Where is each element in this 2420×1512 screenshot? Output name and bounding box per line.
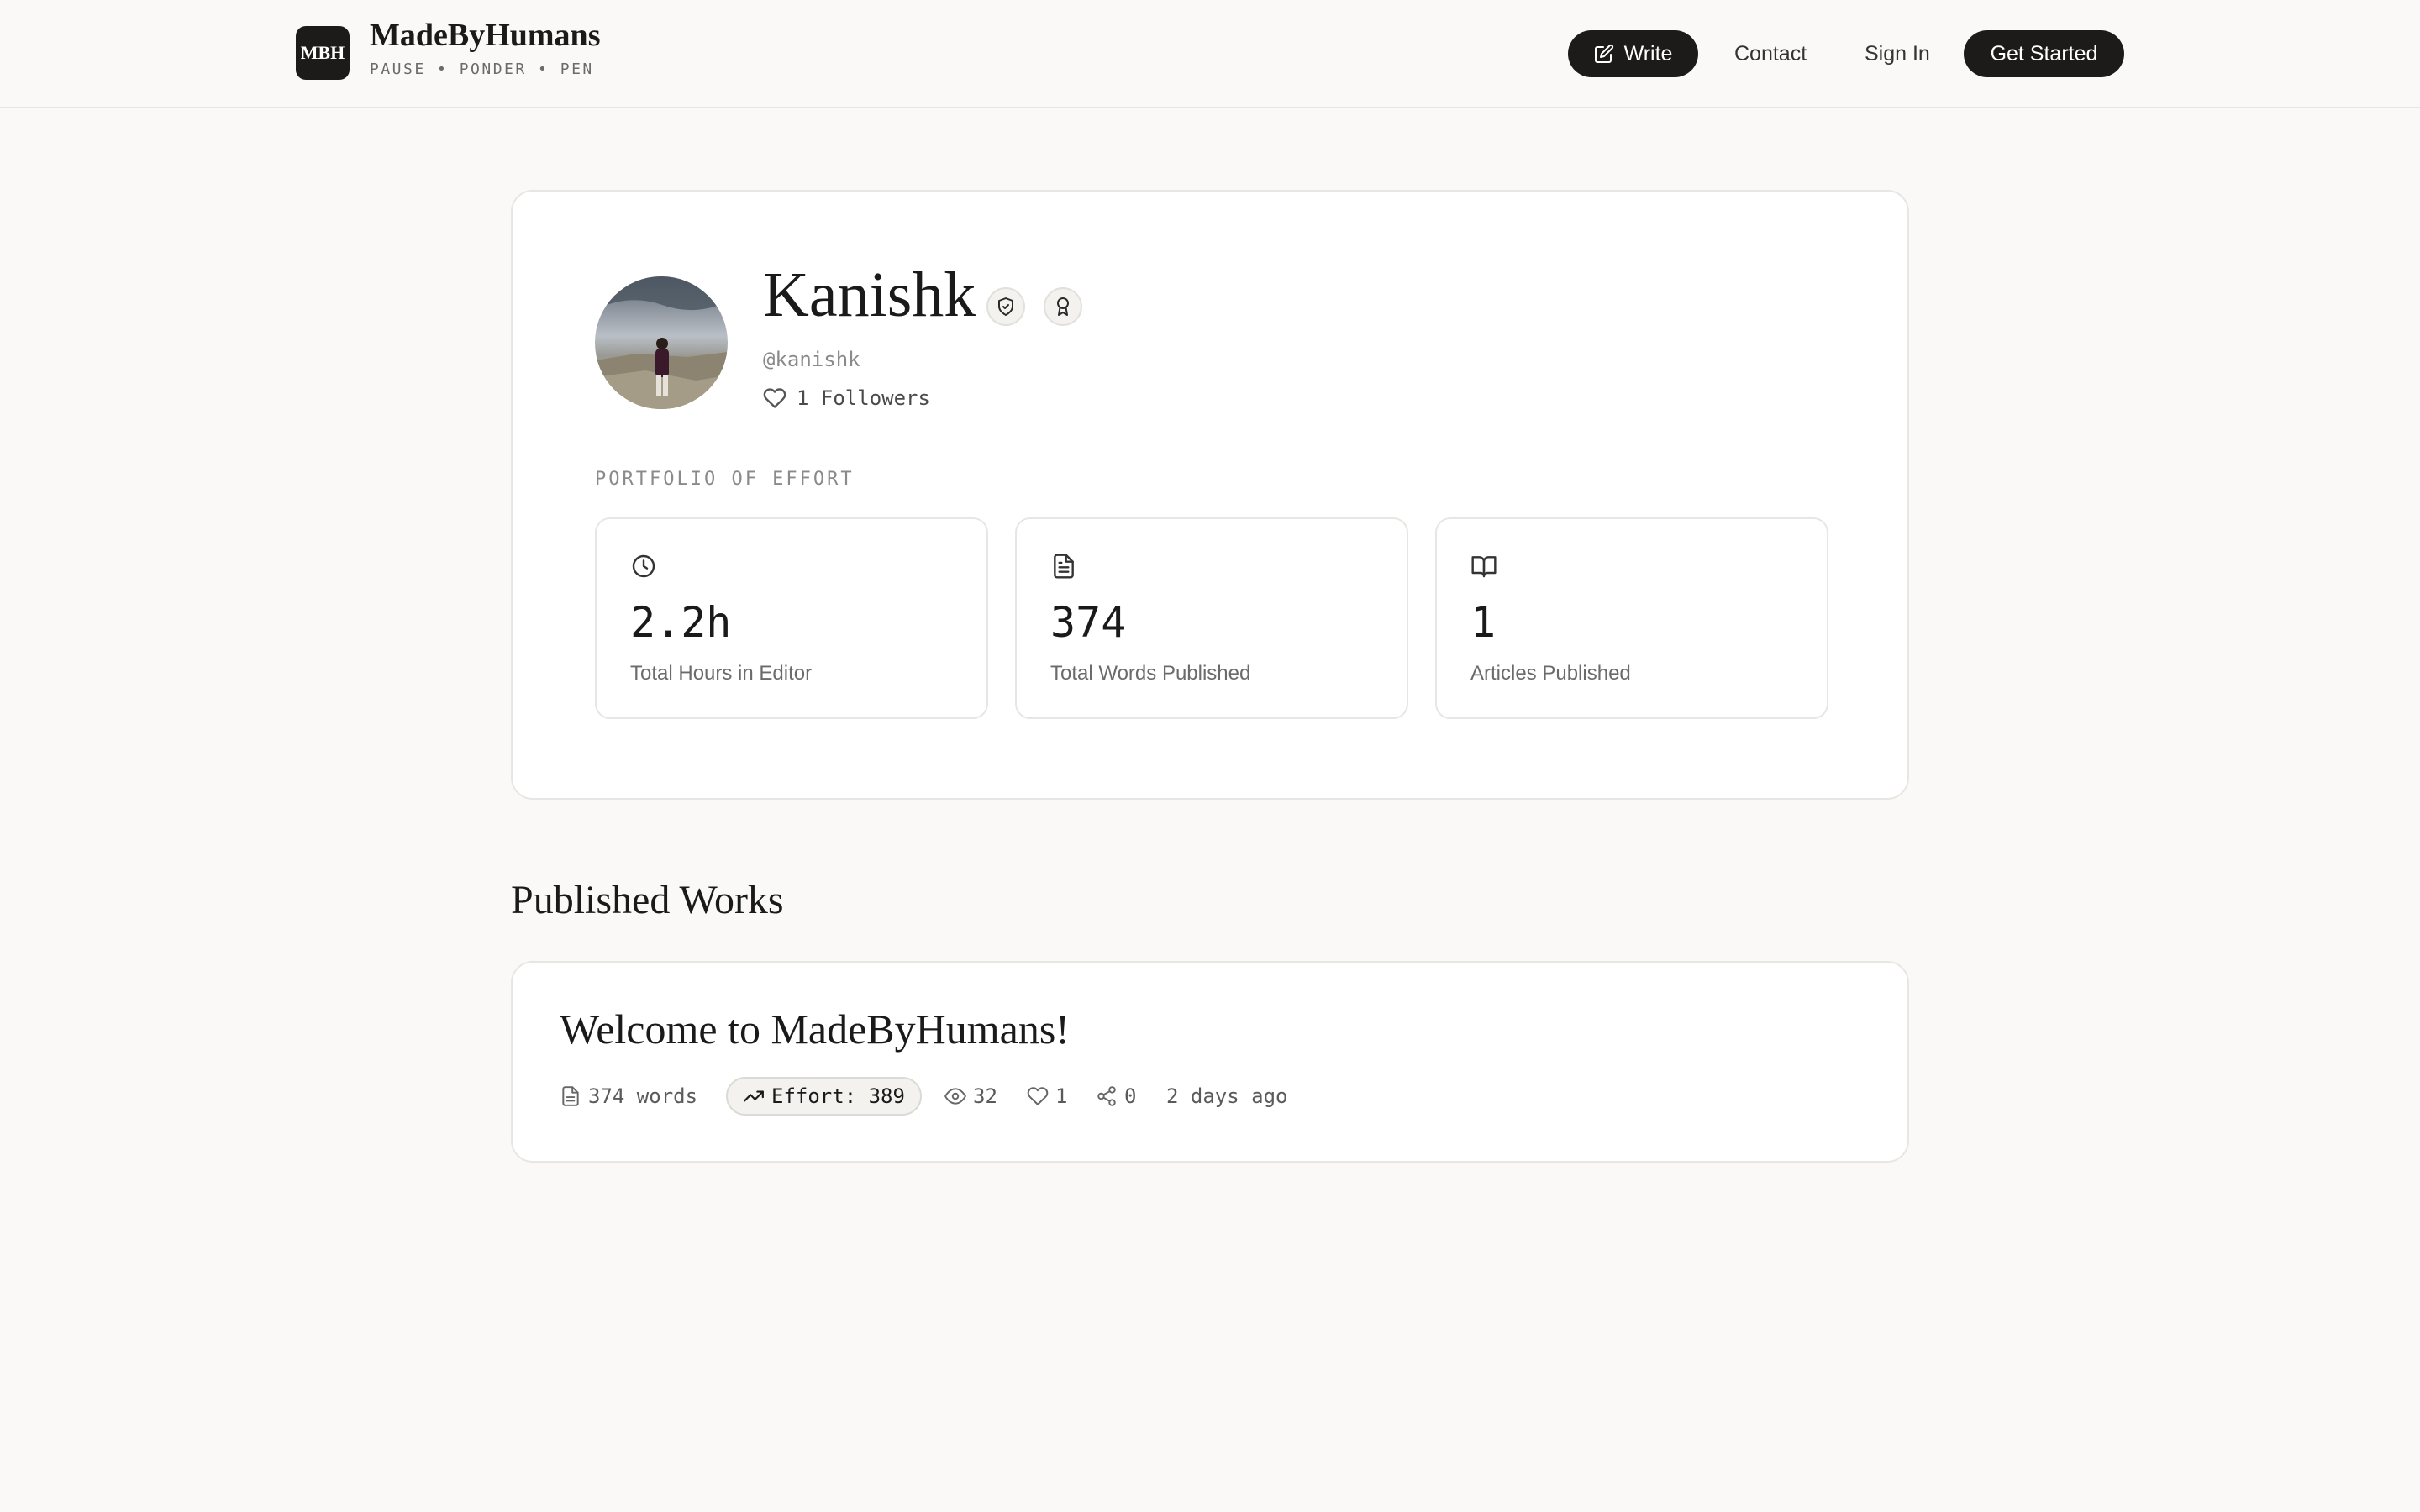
portfolio-label: PORTFOLIO OF EFFORT	[595, 469, 855, 490]
stat-label: Total Hours in Editor	[630, 662, 813, 685]
followers-label: 1 Followers	[797, 386, 930, 410]
stat-label: Total Words Published	[1050, 662, 1251, 685]
document-icon	[562, 1086, 579, 1106]
word-count-label: 374 words	[588, 1084, 698, 1108]
article-views: 32	[944, 1077, 997, 1116]
followers-count[interactable]: 1 Followers	[763, 386, 930, 410]
contact-link[interactable]: Contact	[1734, 30, 1807, 77]
sign-in-link[interactable]: Sign In	[1865, 30, 1930, 77]
date-label: 2 days ago	[1166, 1084, 1288, 1108]
stat-card-articles: 1 Articles Published	[1435, 517, 1828, 719]
stat-label: Articles Published	[1470, 662, 1631, 685]
get-started-button[interactable]: Get Started	[1964, 30, 2124, 77]
edit-icon	[1594, 44, 1613, 63]
stat-value: 374	[1050, 598, 1127, 647]
heart-icon	[1027, 1087, 1049, 1105]
stat-value: 1	[1470, 598, 1497, 647]
eye-icon	[944, 1088, 966, 1105]
views-count: 32	[973, 1084, 997, 1108]
profile-name: Kanishk	[763, 260, 976, 330]
profile-handle: @kanishk	[763, 348, 860, 371]
shares-count: 0	[1124, 1084, 1137, 1108]
stat-value: 2.2h	[630, 598, 732, 647]
article-title[interactable]: Welcome to MadeByHumans!	[560, 1005, 1070, 1053]
profile-card: Kanishk @kanishk 1 Followers PORTFOLIO O…	[511, 190, 1909, 800]
article-date: 2 days ago	[1166, 1077, 1288, 1116]
share-icon	[1097, 1086, 1116, 1106]
likes-count: 1	[1055, 1084, 1068, 1108]
clock-icon	[632, 554, 655, 578]
write-button-label: Write	[1623, 41, 1673, 66]
award-icon	[1057, 297, 1069, 316]
shield-check-icon	[998, 297, 1013, 316]
logo[interactable]: MBH	[296, 26, 350, 80]
article-card[interactable]: Welcome to MadeByHumans! 374 words Effor…	[511, 961, 1909, 1163]
stat-card-hours: 2.2h Total Hours in Editor	[595, 517, 988, 719]
book-open-icon	[1471, 556, 1497, 578]
heart-icon	[763, 388, 786, 408]
article-shares[interactable]: 0	[1096, 1077, 1136, 1116]
award-badge[interactable]	[1044, 287, 1082, 326]
published-works-title: Published Works	[511, 878, 784, 922]
effort-label: Effort: 389	[771, 1084, 905, 1108]
brand-name[interactable]: MadeByHumans	[370, 17, 600, 54]
brand-tagline: PAUSE • PONDER • PEN	[370, 60, 594, 78]
verified-badge[interactable]	[986, 287, 1025, 326]
document-icon	[1054, 554, 1074, 579]
avatar	[595, 276, 728, 409]
write-button[interactable]: Write	[1568, 30, 1698, 77]
effort-badge: Effort: 389	[726, 1077, 922, 1116]
article-likes[interactable]: 1	[1027, 1077, 1067, 1116]
site-header: MBH MadeByHumans PAUSE • PONDER • PEN Wr…	[0, 0, 2420, 108]
article-word-count: 374 words	[560, 1077, 697, 1116]
trending-up-icon	[744, 1090, 764, 1102]
stat-card-words: 374 Total Words Published	[1015, 517, 1408, 719]
